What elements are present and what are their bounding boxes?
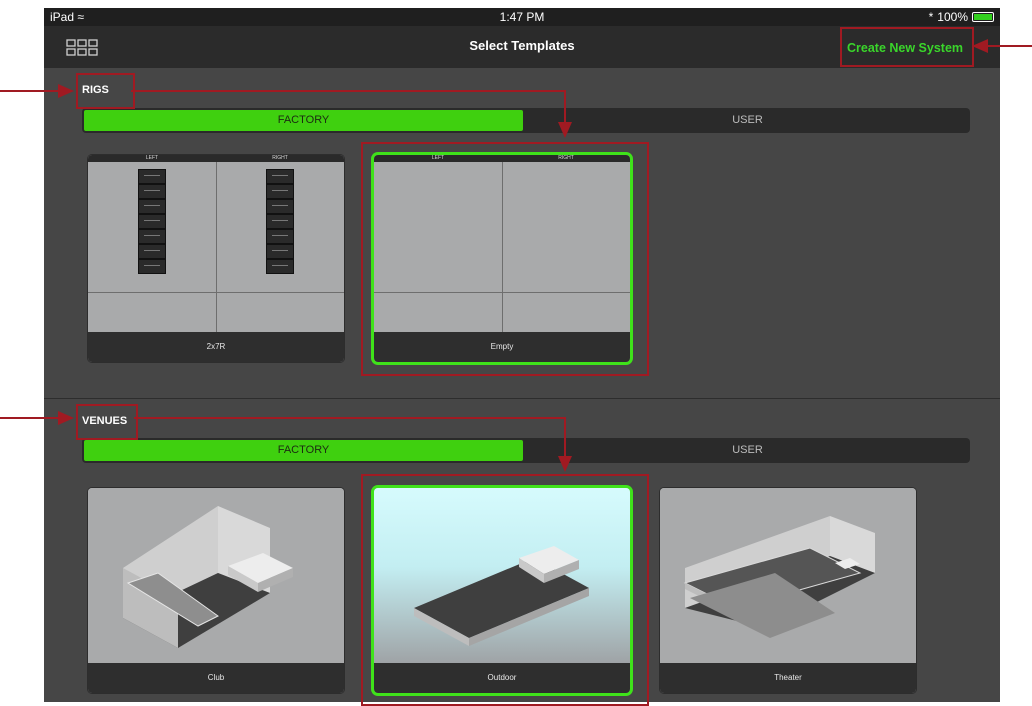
rig-left-label: LEFT — [145, 155, 159, 161]
speaker-icon — [138, 199, 166, 214]
rigs-tab-factory[interactable]: FACTORY — [84, 110, 523, 131]
venue-card-caption: Theater — [660, 663, 916, 693]
speaker-icon — [266, 184, 294, 199]
annotation-box-venue-outdoor — [361, 474, 649, 706]
rig-card-2x7r[interactable]: LEFT RIGHT 2x7R — [88, 155, 344, 362]
venues-segmented-control: FACTORY USER — [82, 438, 970, 463]
speaker-icon — [266, 199, 294, 214]
annotation-box-venues — [76, 404, 138, 440]
status-time: 1:47 PM — [499, 10, 545, 24]
bluetooth-icon: * — [928, 10, 934, 24]
club-venue-image — [88, 488, 344, 663]
status-right: * 100% — [929, 10, 994, 24]
rig-card-caption: 2x7R — [88, 332, 344, 362]
speaker-icon — [266, 169, 294, 184]
battery-percent: 100% — [937, 10, 968, 24]
venue-card-theater[interactable]: Theater — [660, 488, 916, 693]
venue-card-club[interactable]: Club — [88, 488, 344, 693]
annotation-box-rigs — [76, 73, 135, 109]
status-bar: iPad ≈ 1:47 PM * 100% — [44, 8, 1000, 26]
venues-tab-factory[interactable]: FACTORY — [84, 440, 523, 461]
section-divider — [44, 398, 1000, 399]
rig-right-label: RIGHT — [272, 155, 288, 161]
venues-tab-user[interactable]: USER — [525, 438, 970, 463]
rigs-segmented-control: FACTORY USER — [82, 108, 970, 133]
theater-venue-image — [660, 488, 916, 663]
speaker-icon — [266, 229, 294, 244]
rig-header: LEFT RIGHT — [88, 155, 344, 162]
rigs-tab-user[interactable]: USER — [525, 108, 970, 133]
speaker-icon — [138, 214, 166, 229]
annotation-box-rig-empty — [361, 142, 649, 376]
speaker-icon — [138, 244, 166, 259]
speaker-icon — [266, 244, 294, 259]
speaker-icon — [138, 229, 166, 244]
annotation-box-create — [840, 27, 974, 67]
speaker-icon — [138, 259, 166, 274]
speaker-icon — [138, 169, 166, 184]
speaker-icon — [138, 184, 166, 199]
speaker-icon — [266, 259, 294, 274]
battery-icon — [972, 12, 994, 22]
venue-card-caption: Club — [88, 663, 344, 693]
speaker-icon — [266, 214, 294, 229]
